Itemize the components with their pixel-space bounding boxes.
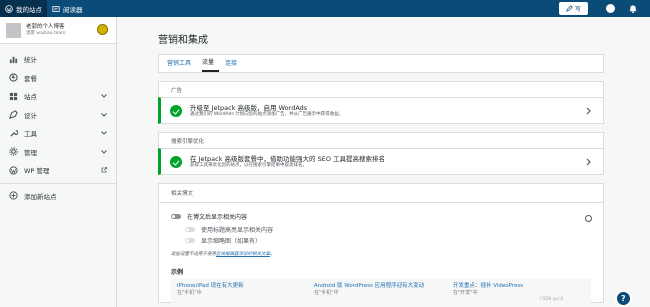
- related-posts-header: 相关博文: [159, 184, 603, 203]
- toggle-switch[interactable]: [171, 214, 181, 219]
- notifications-bell-icon[interactable]: [628, 4, 638, 13]
- block-editor-link[interactable]: 区块编辑器添加的相关文章: [216, 252, 270, 257]
- toggle-label: 使用标题高亮显示相关内容: [201, 227, 274, 234]
- preview-post-title: 开发重点：插补 VideoPress: [453, 283, 524, 289]
- show-thumbnails-toggle[interactable]: 显示缩略图（如果有）: [185, 236, 261, 245]
- external-link-icon: [101, 167, 107, 173]
- site-url: 澳客 waibao.team: [26, 30, 66, 36]
- chevron-down-icon: [101, 149, 107, 154]
- preview-post: 开发重点：插补 VideoPress 在"开发"中: [453, 283, 523, 296]
- my-site-label: 我的站点: [16, 5, 42, 14]
- site-icon: [6, 22, 21, 38]
- site-name: 老郭的个人博客: [26, 23, 65, 30]
- preview-post-category: 在"手机"中: [177, 290, 202, 296]
- info-icon[interactable]: [585, 215, 592, 222]
- show-related-toggle[interactable]: 在博文后显示相关内容: [171, 212, 247, 221]
- chevron-right-icon: [586, 107, 591, 115]
- highlight-title-toggle[interactable]: 使用标题高亮显示相关内容: [185, 225, 273, 234]
- toggle-label: 显示缩略图（如果有）: [201, 238, 262, 245]
- reader-label: 阅读器: [63, 5, 83, 14]
- upsell-title: 在 Jetpack 高级版套餐中，借助功能强大的 SEO 工具提高搜索排名: [190, 154, 386, 163]
- related-posts-card: 相关博文 在博文后显示相关内容 使用标题高亮显示相关内容 显示缩略图（如果有） …: [158, 183, 604, 304]
- sidebar-item-site[interactable]: 站点: [0, 87, 116, 106]
- sidebar-item-label: 管理: [24, 148, 37, 157]
- preview-post-title: Android 版 WordPress 应用程序迎有大变动: [314, 283, 425, 289]
- preview-post-category: 在"手机"中: [314, 290, 339, 296]
- upsell-title: 升级至 Jetpack 高级版，启用 WordAds: [190, 103, 308, 112]
- note-suffix: 。: [270, 252, 275, 257]
- toggle-switch[interactable]: [185, 238, 195, 243]
- sidebar-item-label: WP 管理: [24, 167, 50, 176]
- manage-icon: [9, 147, 18, 156]
- wordpress-icon: [5, 4, 13, 13]
- write-button[interactable]: 写: [559, 2, 588, 15]
- example-label: 示例: [171, 269, 184, 276]
- current-site-card[interactable]: 老郭的个人博客 澳客 waibao.team: [0, 17, 116, 44]
- sidebar-item-manage[interactable]: 管理: [0, 143, 116, 162]
- main-content: 营销和集成 营销工具 流量 连接 广告 升级至 Jetpack 高级版，启用 W…: [158, 17, 604, 304]
- jetpack-icon: [170, 155, 182, 168]
- plans-icon: [9, 73, 18, 82]
- pencil-icon: [566, 5, 573, 12]
- toggle-switch[interactable]: [185, 227, 195, 232]
- tab-traffic[interactable]: 流量: [202, 57, 220, 72]
- site-icon: [9, 92, 18, 100]
- seo-section-header: 搜索引擎优化: [158, 132, 604, 148]
- chevron-down-icon: [101, 131, 107, 135]
- wordpress-icon: [9, 166, 18, 175]
- tab-marketing-tools[interactable]: 营销工具: [167, 58, 196, 72]
- sidebar-item-design[interactable]: 设计: [0, 106, 116, 125]
- sidebar-item-stats[interactable]: 统计: [0, 50, 116, 69]
- preview-post: Android 版 WordPress 应用程序迎有大变动 在"手机"中: [314, 283, 424, 296]
- sidebar-item-tools[interactable]: 工具: [0, 124, 116, 143]
- add-new-site-link[interactable]: 添加新站点: [0, 187, 116, 206]
- jetpack-icon: [170, 104, 182, 117]
- sidebar-item-label: 站点: [24, 93, 37, 102]
- sidebar-divider: [0, 182, 116, 184]
- masterbar: 我的站点 阅读器 写: [0, 0, 650, 17]
- block-editor-note: 这些设置不适用于使用区块编辑器添加的相关文章。: [171, 251, 275, 257]
- tab-connections[interactable]: 连接: [225, 58, 242, 72]
- sidebar-item-label: 套餐: [24, 74, 37, 83]
- help-button[interactable]: ?: [615, 290, 632, 307]
- chevron-right-icon: [586, 158, 591, 166]
- preview-post-title: iPhone/iPad 现在有大更新: [177, 283, 244, 289]
- watermark: CSDN @小K: [540, 296, 564, 301]
- reader-icon: [52, 5, 60, 12]
- design-icon: [9, 110, 18, 120]
- plus-circle-icon: [9, 191, 18, 200]
- seo-upsell-card[interactable]: 在 Jetpack 高级版套餐中，借助功能强大的 SEO 工具提高搜索排名 获取…: [158, 148, 604, 175]
- related-posts-preview: iPhone/iPad 现在有大更新 在"手机"中 Android 版 Word…: [171, 279, 591, 304]
- sidebar-item-label: 工具: [24, 130, 37, 139]
- sidebar-item-plans[interactable]: 套餐: [0, 69, 116, 88]
- add-site-label: 添加新站点: [24, 192, 57, 201]
- sidebar: 老郭的个人博客 澳客 waibao.team 统计 套餐 站点 设计 工具 管理…: [0, 17, 117, 307]
- sidebar-nav: 统计 套餐 站点 设计 工具 管理 WP 管理 添加新站点: [0, 44, 116, 205]
- chevron-down-icon: [101, 112, 107, 117]
- help-icon: ?: [621, 294, 626, 303]
- upsell-description: 通过我们的 WordAds 计划向您的站点添加广告，并从广告展示中获得收益。: [190, 111, 344, 117]
- toggle-label: 在博文后显示相关内容: [187, 214, 248, 221]
- page-title: 营销和集成: [158, 35, 208, 46]
- section-tabs: 营销工具 流量 连接: [158, 54, 604, 73]
- ads-section-header: 广告: [158, 81, 604, 97]
- upsell-description: 获取工具来优化您的站点，以在搜索引擎结果中提高排名。: [190, 162, 307, 168]
- tools-icon: [10, 129, 18, 137]
- wordads-upsell-card[interactable]: 升级至 Jetpack 高级版，启用 WordAds 通过我们的 WordAds…: [158, 97, 604, 124]
- chevron-down-icon: [101, 94, 107, 98]
- sidebar-item-wp-admin[interactable]: WP 管理: [0, 161, 116, 180]
- sidebar-item-label: 统计: [24, 56, 37, 65]
- note-text: 这些设置不适用于使用: [171, 252, 216, 257]
- write-label: 写: [574, 6, 581, 13]
- my-site-tab[interactable]: 我的站点: [0, 0, 47, 17]
- sidebar-item-label: 设计: [24, 111, 37, 120]
- site-switcher-avatar[interactable]: [97, 24, 108, 35]
- preview-post-category: 在"开发"中: [453, 290, 478, 296]
- reader-tab[interactable]: 阅读器: [47, 0, 88, 17]
- profile-avatar-icon[interactable]: [606, 4, 615, 13]
- preview-post: iPhone/iPad 现在有大更新 在"手机"中: [177, 283, 244, 296]
- bar-chart-icon: [9, 56, 18, 63]
